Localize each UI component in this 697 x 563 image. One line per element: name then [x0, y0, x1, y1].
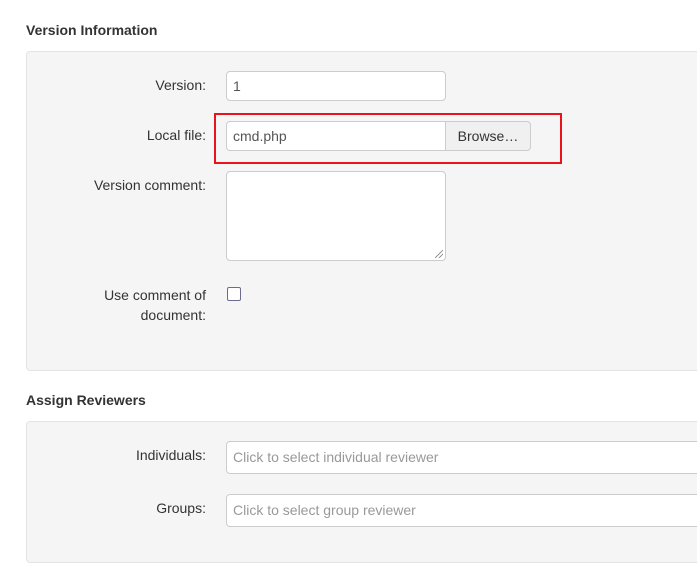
version-comment-label: Version comment:	[93, 177, 206, 193]
groups-select[interactable]: Click to select group reviewer	[226, 494, 697, 527]
individuals-select[interactable]: Click to select individual reviewer	[226, 441, 697, 474]
individuals-label: Individuals:	[135, 447, 206, 463]
version-input[interactable]: 1	[226, 71, 446, 101]
use-comment-label-line1: Use comment of	[104, 287, 206, 303]
individuals-placeholder: Click to select individual reviewer	[233, 449, 439, 465]
use-comment-checkbox[interactable]	[227, 287, 241, 301]
use-comment-label: Use comment of document:	[104, 285, 206, 325]
version-comment-textarea[interactable]	[226, 171, 446, 261]
local-file-label: Local file:	[146, 127, 206, 143]
resize-handle-icon[interactable]	[435, 250, 443, 258]
groups-label: Groups:	[156, 500, 206, 516]
highlight-box	[214, 113, 562, 164]
version-information-heading: Version Information	[26, 22, 158, 38]
version-label: Version:	[155, 77, 206, 93]
groups-placeholder: Click to select group reviewer	[233, 502, 416, 518]
assign-reviewers-heading: Assign Reviewers	[26, 392, 146, 408]
use-comment-label-line2: document:	[140, 307, 206, 323]
